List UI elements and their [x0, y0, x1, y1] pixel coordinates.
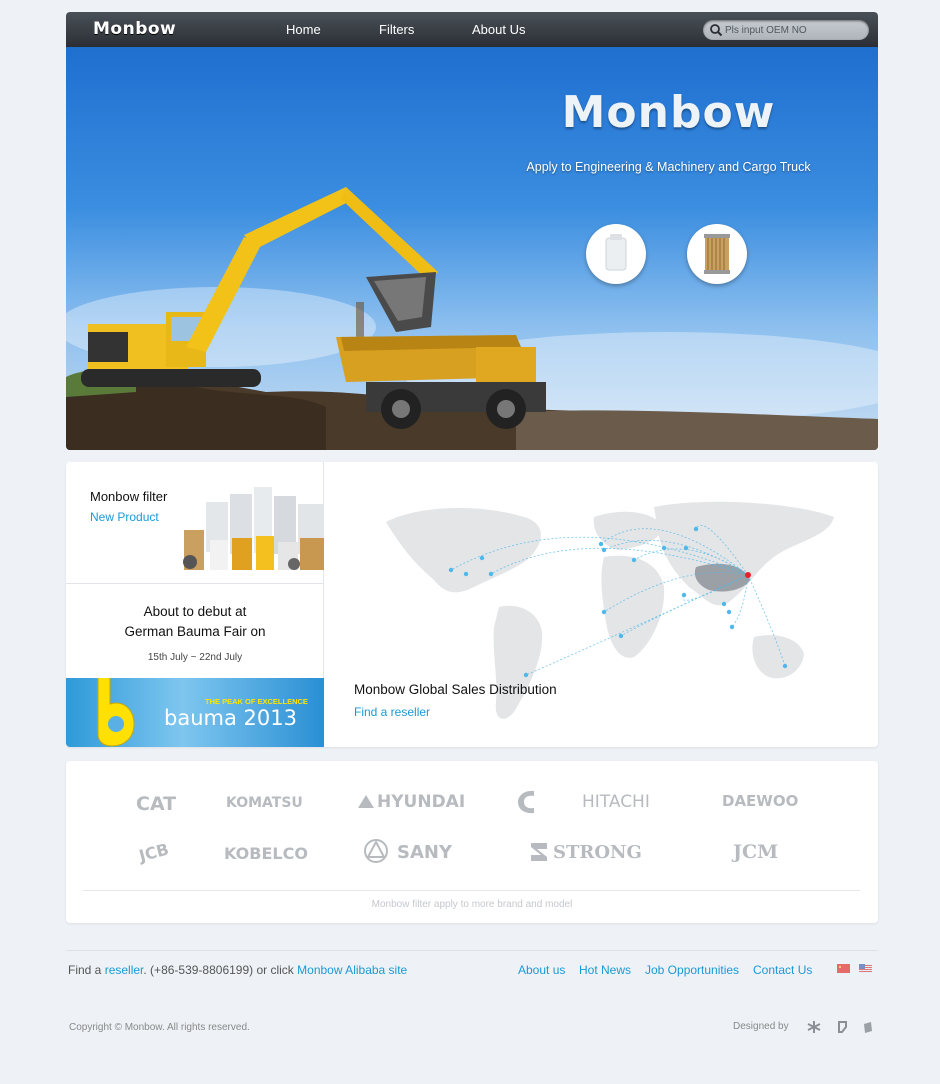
- debut-line-2: German Bauma Fair on: [124, 624, 266, 639]
- alibaba-link[interactable]: Monbow Alibaba site: [297, 963, 407, 977]
- logo[interactable]: Monbow: [93, 19, 176, 39]
- designer-logo-star-icon[interactable]: [807, 1020, 821, 1034]
- footer-reseller-link[interactable]: reseller: [105, 963, 144, 977]
- brand-cat[interactable]: CAT: [136, 793, 176, 815]
- feature-panel: Monbow filter New Product About to debut…: [66, 462, 878, 747]
- bauma-tagline: THE PEAK OF EXCELLENCE: [205, 697, 308, 706]
- bauma-b-logo-icon: [97, 678, 135, 747]
- brand-jcb[interactable]: JCB: [137, 839, 171, 865]
- footer-contact: Find a reseller. (+86-539-8806199) or cl…: [68, 963, 407, 977]
- hero-brand-logo: Monbow: [561, 87, 776, 138]
- product-thumb-white-filter[interactable]: [586, 224, 646, 284]
- brand-strong[interactable]: STRONG: [553, 842, 642, 863]
- top-nav: Monbow Home Filters About Us: [66, 12, 878, 47]
- search-icon[interactable]: [709, 23, 723, 37]
- map-title: Monbow Global Sales Distribution: [354, 682, 557, 697]
- left-column: Monbow filter New Product About to debut…: [66, 462, 324, 747]
- hyundai-triangle-icon: [358, 795, 374, 808]
- brand-hitachi[interactable]: HITACHI: [582, 792, 650, 812]
- footer-job-opportunities[interactable]: Job Opportunities: [645, 963, 739, 977]
- nav-filters[interactable]: Filters: [379, 22, 414, 37]
- filters-product-image[interactable]: [180, 482, 324, 574]
- brand-hyundai[interactable]: HYUNDAI: [377, 792, 465, 812]
- designed-by: Designed by: [733, 1021, 789, 1032]
- brands-panel: CAT KOMATSU HYUNDAI HITACHI DAEWOO JCB K…: [66, 761, 878, 923]
- brand-sany[interactable]: SANY: [397, 842, 452, 863]
- footer-about-us[interactable]: About us: [518, 963, 565, 977]
- bauma-wordmark: bauma 2013: [164, 706, 297, 730]
- nav-home[interactable]: Home: [286, 22, 321, 37]
- debut-date: 15th July ~ 22nd July: [147, 652, 243, 663]
- footer-phone: . (+86-539-8806199) or click: [143, 963, 294, 977]
- search-input[interactable]: [725, 22, 861, 38]
- brands-note: Monbow filter apply to more brand and mo…: [371, 899, 573, 910]
- find-prefix: Find a: [68, 963, 102, 977]
- nav-about-us[interactable]: About Us: [472, 22, 525, 37]
- bauma-banner[interactable]: THE PEAK OF EXCELLENCE bauma 2013: [66, 678, 324, 747]
- filter-title: Monbow filter: [90, 489, 168, 504]
- sany-logo-icon: [364, 839, 388, 863]
- air-filter-icon: [704, 234, 730, 274]
- china-flag-icon[interactable]: [837, 964, 850, 973]
- sales-distribution-map: Monbow Global Sales Distribution Find a …: [324, 462, 878, 747]
- find-reseller-link[interactable]: Find a reseller: [354, 705, 430, 719]
- cummins-logo-icon[interactable]: [516, 788, 540, 816]
- brands-divider: [83, 890, 860, 891]
- strong-logo-icon: [531, 843, 547, 861]
- brand-kobelco[interactable]: KOBELCO: [224, 844, 308, 863]
- debut-line-1: About to debut at: [143, 604, 247, 619]
- designer-logo-d-icon[interactable]: [836, 1020, 850, 1034]
- brand-komatsu[interactable]: KOMATSU: [226, 795, 303, 811]
- hero-tagline: Apply to Engineering & Machinery and Car…: [526, 160, 811, 174]
- white-filter-icon: [605, 234, 627, 271]
- product-thumb-air-filter[interactable]: [687, 224, 747, 284]
- brand-daewoo[interactable]: DAEWOO: [722, 792, 798, 810]
- footer-divider: [66, 950, 878, 951]
- copyright: Copyright © Monbow. All rights reserved.: [69, 1022, 250, 1033]
- footer-contact-us[interactable]: Contact Us: [753, 963, 812, 977]
- new-product-link[interactable]: New Product: [90, 510, 159, 524]
- footer-hot-news[interactable]: Hot News: [579, 963, 631, 977]
- designer-logo-shield-icon[interactable]: [861, 1020, 875, 1034]
- search-box: [703, 20, 869, 40]
- divider: [66, 583, 324, 584]
- us-flag-icon[interactable]: [859, 964, 872, 973]
- brand-jcm[interactable]: JCM: [733, 841, 778, 863]
- hero-banner: Monbow Apply to Engineering & Machinery …: [66, 47, 878, 450]
